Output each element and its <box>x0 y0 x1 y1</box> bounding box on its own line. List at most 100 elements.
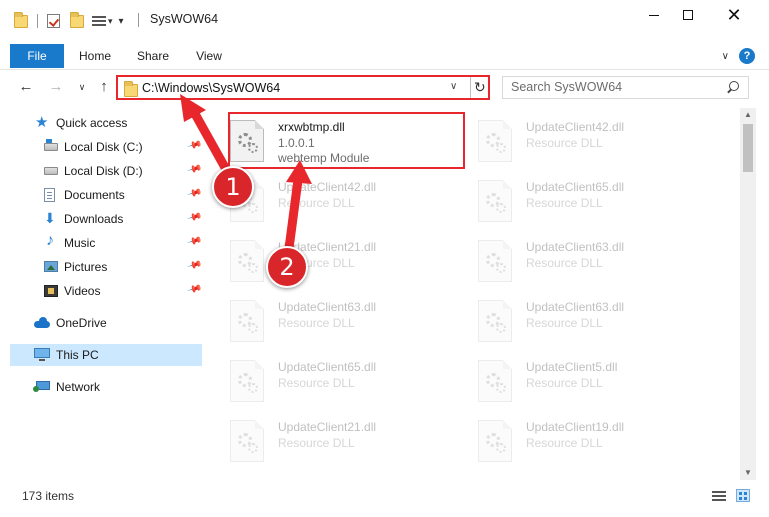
file-tile[interactable]: UpdateClient19.dll Resource DLL <box>456 414 686 468</box>
navigation-pane: Quick access Local Disk (C:) 📌 Local Dis… <box>0 108 206 480</box>
help-icon[interactable]: ? <box>739 48 755 64</box>
dll-file-icon <box>478 420 512 462</box>
ribbon-controls: ∨ ? <box>722 48 755 64</box>
recent-locations-button[interactable]: ∨ <box>72 77 92 97</box>
file-list: xrxwbtmp.dll 1.0.0.1 webtemp Module Upda… <box>208 108 740 480</box>
file-name: UpdateClient5.dll <box>526 360 618 374</box>
sidebar-item-label: OneDrive <box>56 316 107 330</box>
sidebar-item-label: Quick access <box>56 116 128 130</box>
file-type: Resource DLL <box>526 436 603 450</box>
music-icon <box>44 232 58 250</box>
dll-file-icon <box>478 240 512 282</box>
pin-icon: 📌 <box>186 209 203 226</box>
search-icon[interactable] <box>727 81 739 93</box>
details-view-icon[interactable] <box>712 490 726 501</box>
file-tile-xrxwbtmp[interactable]: xrxwbtmp.dll 1.0.0.1 webtemp Module <box>208 114 438 168</box>
dll-file-icon <box>230 360 264 402</box>
sidebar-item-label: Local Disk (D:) <box>64 164 143 178</box>
sidebar-item-label: Network <box>56 380 101 394</box>
star-icon <box>35 113 50 131</box>
properties-check-icon[interactable] <box>47 14 60 28</box>
refresh-icon[interactable]: ↻ <box>474 79 486 96</box>
dll-file-icon <box>230 240 264 282</box>
pictures-icon <box>44 261 58 272</box>
sidebar-item-local-disk-c[interactable]: Local Disk (C:) 📌 <box>10 136 202 158</box>
file-name: UpdateClient19.dll <box>526 420 625 434</box>
quick-access-toolbar: ▾ ▾ <box>14 11 124 28</box>
sidebar-item-this-pc[interactable]: This PC <box>10 344 202 366</box>
vertical-scrollbar[interactable]: ▲ ▼ <box>740 108 756 480</box>
up-button[interactable]: ↑ <box>94 77 114 97</box>
file-name: UpdateClient63.dll <box>278 300 377 314</box>
expand-ribbon-icon[interactable]: ∨ <box>722 51 729 62</box>
pc-icon <box>34 348 50 361</box>
file-tile[interactable]: UpdateClient21.dll Resource DLL <box>208 414 438 468</box>
search-box[interactable] <box>502 76 749 99</box>
address-divider <box>470 77 471 98</box>
file-tile[interactable]: UpdateClient63.dll Resource DLL <box>208 294 438 348</box>
maximize-button[interactable] <box>665 0 711 30</box>
pin-icon: 📌 <box>186 281 203 298</box>
sidebar-item-videos[interactable]: Videos 📌 <box>10 280 202 302</box>
tab-share[interactable]: Share <box>128 44 178 68</box>
status-bar: 173 items <box>0 486 769 506</box>
folder-icon <box>124 81 138 97</box>
address-bar[interactable]: C:\Windows\SysWOW64 ∨ ↻ <box>116 75 490 100</box>
file-name: UpdateClient65.dll <box>278 360 377 374</box>
file-type: Resource DLL <box>278 196 355 210</box>
pin-icon: 📌 <box>186 257 203 274</box>
scroll-down-icon[interactable]: ▼ <box>740 466 756 480</box>
sidebar-item-pictures[interactable]: Pictures 📌 <box>10 256 202 278</box>
file-name: UpdateClient21.dll <box>278 420 377 434</box>
new-folder-icon[interactable] <box>70 11 84 28</box>
disk-icon <box>44 139 58 151</box>
view-options-icon[interactable] <box>92 15 106 27</box>
address-row: ← → ∨ ↑ C:\Windows\SysWOW64 ∨ ↻ <box>0 69 769 105</box>
folder-icon <box>14 11 28 28</box>
scrollbar-thumb[interactable] <box>743 124 753 172</box>
file-name: UpdateClient63.dll <box>526 300 625 314</box>
sidebar-item-label: Documents <box>64 188 125 202</box>
file-type: Resource DLL <box>278 376 355 390</box>
file-tile[interactable]: UpdateClient42.dll Resource DLL <box>456 114 686 168</box>
file-tile[interactable]: UpdateClient5.dll Resource DLL <box>456 354 686 408</box>
network-icon <box>33 381 50 392</box>
sidebar-item-network[interactable]: Network <box>10 376 202 398</box>
close-button[interactable]: ✕ <box>711 0 757 30</box>
file-name: UpdateClient65.dll <box>526 180 625 194</box>
forward-button[interactable]: → <box>46 77 66 97</box>
file-tile[interactable]: UpdateClient65.dll Resource DLL <box>456 174 686 228</box>
tab-file[interactable]: File <box>10 44 64 68</box>
file-tile[interactable]: UpdateClient21.dll Resource DLL <box>208 234 438 288</box>
file-type: Resource DLL <box>526 136 603 150</box>
file-tile[interactable]: UpdateClient65.dll Resource DLL <box>208 354 438 408</box>
sidebar-item-downloads[interactable]: Downloads 📌 <box>10 208 202 230</box>
chevron-down-icon[interactable]: ▾ <box>108 16 113 27</box>
back-button[interactable]: ← <box>16 77 36 97</box>
address-path[interactable]: C:\Windows\SysWOW64 <box>142 81 280 95</box>
file-name: UpdateClient42.dll <box>526 120 625 134</box>
file-type: Resource DLL <box>278 436 355 450</box>
file-name: UpdateClient42.dll <box>278 180 377 194</box>
address-history-icon[interactable]: ∨ <box>450 81 457 92</box>
customize-toolbar-icon[interactable]: ▾ <box>119 16 124 27</box>
file-tile[interactable]: UpdateClient63.dll Resource DLL <box>456 234 686 288</box>
search-input[interactable] <box>511 80 711 94</box>
sidebar-item-quick-access[interactable]: Quick access <box>10 112 202 134</box>
tab-home[interactable]: Home <box>70 44 120 68</box>
file-tile[interactable]: UpdateClient63.dll Resource DLL <box>456 294 686 348</box>
sidebar-item-music[interactable]: Music 📌 <box>10 232 202 254</box>
step-2-badge: 2 <box>266 246 308 288</box>
file-type: Resource DLL <box>526 256 603 270</box>
item-count: 173 items <box>22 489 75 503</box>
sidebar-item-onedrive[interactable]: OneDrive <box>10 312 202 334</box>
sidebar-item-documents[interactable]: Documents 📌 <box>10 184 202 206</box>
file-version: 1.0.0.1 <box>278 136 315 150</box>
toolbar-divider <box>37 14 38 28</box>
tiles-view-icon[interactable] <box>736 489 750 502</box>
maximize-icon <box>683 10 693 20</box>
documents-icon <box>44 188 55 202</box>
scroll-up-icon[interactable]: ▲ <box>740 108 756 122</box>
sidebar-item-local-disk-d[interactable]: Local Disk (D:) 📌 <box>10 160 202 182</box>
tab-view[interactable]: View <box>186 44 232 68</box>
